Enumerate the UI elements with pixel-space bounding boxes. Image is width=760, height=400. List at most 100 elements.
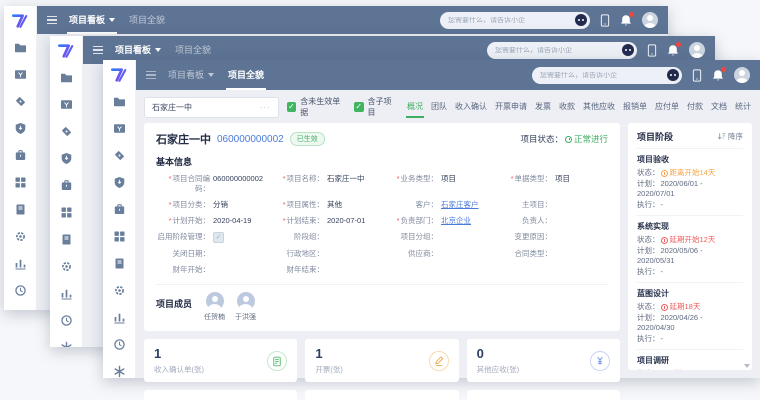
nav-tab-project-board[interactable]: 项目看板 (166, 60, 216, 90)
field-value[interactable]: 北京企业 (441, 216, 471, 226)
field-label: 项目属性： (270, 200, 324, 210)
member[interactable]: 任贺楠 (204, 292, 225, 322)
hamburger-menu-icon[interactable] (47, 16, 57, 25)
detail-tab[interactable]: 概况 (406, 96, 424, 118)
field-label: 变更原因： (498, 232, 552, 243)
projects-folder-icon[interactable] (60, 71, 73, 84)
notification-bell-icon[interactable] (667, 44, 679, 57)
ledger-icon[interactable] (14, 203, 27, 216)
more-apps-asterisk-icon[interactable] (60, 341, 73, 347)
stat-card-payables[interactable]: 1 应付单(张) (305, 390, 458, 400)
billing-card-icon[interactable] (113, 122, 126, 135)
stage-exec-label: 执行： (637, 200, 660, 211)
stage-item[interactable]: 系统实现 状态：延期开始12天 计划：2020/05/06 - 2020/05/… (637, 215, 743, 282)
stat-card-revenue-confirm[interactable]: 1 收入确认单(张) (144, 339, 297, 382)
settings-gear-icon[interactable] (113, 284, 126, 297)
settings-gear-icon[interactable] (14, 230, 27, 243)
user-avatar[interactable] (689, 42, 705, 58)
search-input[interactable] (495, 47, 622, 54)
app-logo-icon[interactable] (57, 43, 75, 59)
detail-tab[interactable]: 收款 (558, 96, 576, 118)
lookup-more-icon[interactable]: ··· (260, 103, 271, 112)
assistant-searchbox[interactable] (532, 67, 682, 84)
stage-item[interactable]: 蓝图设计 状态：延期18天 计划：2020/04/26 - 2020/04/30… (637, 282, 743, 349)
apps-grid-icon[interactable] (113, 230, 126, 243)
nav-tab-project-board[interactable]: 项目看板 (67, 6, 117, 34)
history-clock-icon[interactable] (60, 314, 73, 327)
hamburger-menu-icon[interactable] (93, 46, 103, 55)
tag-icon[interactable] (14, 95, 27, 108)
settings-gear-icon[interactable] (60, 260, 73, 273)
tag-icon[interactable] (60, 125, 73, 138)
projects-folder-icon[interactable] (14, 41, 27, 54)
workbench-bag-icon[interactable] (60, 179, 73, 192)
hamburger-menu-icon[interactable] (146, 71, 156, 80)
billing-card-icon[interactable] (14, 68, 27, 81)
stat-card-receipts[interactable]: 0 收款单(张) (144, 390, 297, 400)
detail-tab[interactable]: 收入确认 (454, 96, 488, 118)
app-logo-icon[interactable] (110, 67, 128, 83)
stage-item[interactable]: 项目验收 状态：距离开始14天 计划：2020/06/01 - 2020/07/… (637, 148, 743, 215)
sort-descending-button[interactable]: 降序 (717, 131, 743, 142)
history-clock-icon[interactable] (113, 338, 126, 351)
stat-card-other-payables[interactable]: 0 其他应付单(张) (467, 390, 620, 400)
mobile-app-icon[interactable] (600, 14, 610, 27)
mobile-app-icon[interactable] (692, 69, 702, 82)
user-avatar[interactable] (734, 67, 750, 83)
apps-grid-icon[interactable] (60, 206, 73, 219)
notification-bell-icon[interactable] (620, 14, 632, 27)
assistant-robot-icon[interactable] (575, 14, 587, 26)
shield-icon[interactable] (14, 122, 27, 135)
ledger-icon[interactable] (60, 233, 73, 246)
workbench-bag-icon[interactable] (113, 203, 126, 216)
assistant-searchbox[interactable] (440, 12, 590, 29)
mobile-app-icon[interactable] (647, 44, 657, 57)
billing-card-icon[interactable] (60, 98, 73, 111)
checkbox-include-subprojects[interactable]: ✓ 含子项目 (354, 96, 398, 118)
projects-folder-icon[interactable] (113, 95, 126, 108)
detail-tab[interactable]: 文档 (710, 96, 728, 118)
assistant-robot-icon[interactable] (622, 44, 634, 56)
scroll-down-arrow-icon[interactable] (744, 364, 750, 368)
stage-exec-value: - (661, 334, 664, 345)
stat-card-other-receivables[interactable]: 0 其他应收(张) (467, 339, 620, 382)
report-chart-icon[interactable] (60, 287, 73, 300)
ledger-icon[interactable] (113, 257, 126, 270)
report-chart-icon[interactable] (14, 257, 27, 270)
detail-tab[interactable]: 报销单 (622, 96, 648, 118)
app-logo-icon[interactable] (11, 13, 29, 29)
stage-item[interactable]: 项目调研 状态：延期23天 计划：2020/04/19 - 执行： (637, 349, 743, 370)
sort-arrow-icon (717, 132, 726, 141)
notification-bell-icon[interactable] (712, 69, 724, 82)
nav-tab-project-overview[interactable]: 项目全貌 (127, 6, 167, 34)
report-chart-icon[interactable] (113, 311, 126, 324)
detail-tab[interactable]: 统计 (734, 96, 752, 118)
field-value[interactable]: 石家庄客户 (441, 200, 479, 210)
detail-tab[interactable]: 开票申请 (494, 96, 528, 118)
shield-icon[interactable] (113, 176, 126, 189)
stage-plan-start: 2020/04/26 - (661, 313, 703, 324)
detail-tab[interactable]: 发票 (534, 96, 552, 118)
assistant-robot-icon[interactable] (667, 69, 679, 81)
search-input[interactable] (448, 17, 575, 24)
more-apps-asterisk-icon[interactable] (113, 365, 126, 378)
history-clock-icon[interactable] (14, 284, 27, 297)
tag-icon[interactable] (113, 149, 126, 162)
detail-tab[interactable]: 付款 (686, 96, 704, 118)
detail-tab[interactable]: 团队 (430, 96, 448, 118)
shield-icon[interactable] (60, 152, 73, 165)
nav-tab-project-overview[interactable]: 项目全貌 (226, 60, 266, 90)
workbench-bag-icon[interactable] (14, 149, 27, 162)
member[interactable]: 于洪强 (235, 292, 256, 322)
detail-tab[interactable]: 其他应收 (582, 96, 616, 118)
project-lookup-field[interactable]: 石家庄一中 ··· (144, 97, 279, 118)
search-input[interactable] (540, 72, 667, 79)
assistant-searchbox[interactable] (487, 42, 637, 59)
detail-tab[interactable]: 应付单 (654, 96, 680, 118)
form-field: 项目分类： 分销 (156, 200, 266, 210)
project-code[interactable]: 060000000002 (217, 134, 284, 145)
stat-card-invoicing[interactable]: 1 开票(张) (305, 339, 458, 382)
user-avatar[interactable] (642, 12, 658, 28)
checkbox-include-ineffective[interactable]: ✓ 含未生效单据 (287, 96, 346, 118)
apps-grid-icon[interactable] (14, 176, 27, 189)
